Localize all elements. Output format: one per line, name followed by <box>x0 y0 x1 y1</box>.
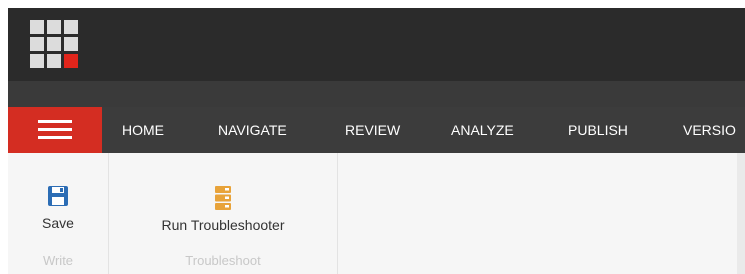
tab-navigate[interactable]: NAVIGATE <box>218 107 287 153</box>
hamburger-menu-button[interactable] <box>8 107 102 153</box>
tab-versions[interactable]: VERSIO <box>683 107 736 153</box>
tab-home[interactable]: HOME <box>122 107 164 153</box>
app-grid-logo-icon[interactable] <box>30 20 80 70</box>
group-divider <box>337 153 338 274</box>
ribbon-tab-strip: HOME NAVIGATE REVIEW ANALYZE PUBLISH VER… <box>8 107 745 153</box>
secondary-bar <box>8 81 745 107</box>
ribbon-panel: Save Write Run Troubleshooter Troublesho… <box>8 153 745 274</box>
tab-publish[interactable]: PUBLISH <box>568 107 628 153</box>
app-window: HOME NAVIGATE REVIEW ANALYZE PUBLISH VER… <box>8 8 745 274</box>
ribbon-group-write: Save Write <box>8 153 108 274</box>
ribbon-right-edge <box>737 153 745 274</box>
run-troubleshooter-label: Run Troubleshooter <box>161 217 285 233</box>
save-button-label: Save <box>42 215 74 231</box>
troubleshooter-stack-icon <box>213 185 233 211</box>
top-bar <box>8 8 745 81</box>
ribbon-group-troubleshoot: Run Troubleshooter Troubleshoot <box>109 153 337 274</box>
run-troubleshooter-button[interactable]: Run Troubleshooter <box>123 185 323 233</box>
tab-review[interactable]: REVIEW <box>345 107 400 153</box>
floppy-disk-icon <box>47 185 69 207</box>
tab-analyze[interactable]: ANALYZE <box>451 107 514 153</box>
group-label-troubleshoot: Troubleshoot <box>185 253 261 268</box>
save-button[interactable]: Save <box>22 185 94 231</box>
group-label-write: Write <box>42 253 74 268</box>
